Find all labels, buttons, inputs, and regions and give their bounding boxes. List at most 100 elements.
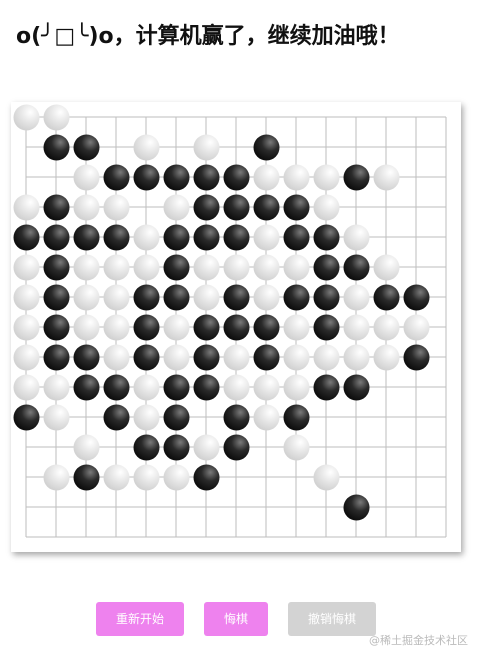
black-stone <box>163 254 190 281</box>
white-stone <box>13 374 40 401</box>
white-stone <box>133 404 160 431</box>
black-stone <box>133 344 160 371</box>
black-stone <box>313 314 340 341</box>
white-stone <box>253 224 280 251</box>
white-stone <box>343 224 370 251</box>
white-stone <box>343 284 370 311</box>
black-stone <box>43 194 70 221</box>
black-stone <box>313 284 340 311</box>
black-stone <box>223 284 250 311</box>
undo-button[interactable]: 悔棋 <box>204 602 268 636</box>
black-stone <box>43 314 70 341</box>
watermark-text: @稀土掘金技术社区 <box>369 634 468 647</box>
restart-button[interactable]: 重新开始 <box>96 602 184 636</box>
white-stone <box>283 344 310 371</box>
black-stone <box>253 194 280 221</box>
white-stone <box>13 254 40 281</box>
black-stone <box>403 344 430 371</box>
white-stone <box>133 254 160 281</box>
black-stone <box>73 134 100 161</box>
cancel-undo-button[interactable]: 撤销悔棋 <box>288 602 376 636</box>
white-stone <box>13 344 40 371</box>
black-stone <box>43 224 70 251</box>
white-stone <box>73 254 100 281</box>
black-stone <box>13 224 40 251</box>
black-stone <box>343 374 370 401</box>
black-stone <box>193 314 220 341</box>
black-stone <box>313 374 340 401</box>
white-stone <box>283 374 310 401</box>
white-stone <box>283 314 310 341</box>
black-stone <box>403 284 430 311</box>
gomoku-board[interactable] <box>11 102 461 552</box>
black-stone <box>283 224 310 251</box>
white-stone <box>103 344 130 371</box>
white-stone <box>373 344 400 371</box>
black-stone <box>163 434 190 461</box>
black-stone <box>283 194 310 221</box>
black-stone <box>43 284 70 311</box>
black-stone <box>223 404 250 431</box>
white-stone <box>253 284 280 311</box>
white-stone <box>283 164 310 191</box>
black-stone <box>283 404 310 431</box>
white-stone <box>373 254 400 281</box>
black-stone <box>73 224 100 251</box>
white-stone <box>313 344 340 371</box>
black-stone <box>193 344 220 371</box>
white-stone <box>223 344 250 371</box>
black-stone <box>193 224 220 251</box>
white-stone <box>253 374 280 401</box>
white-stone <box>313 464 340 491</box>
white-stone <box>73 164 100 191</box>
black-stone <box>163 374 190 401</box>
black-stone <box>343 254 370 281</box>
black-stone <box>133 164 160 191</box>
white-stone <box>133 134 160 161</box>
black-stone <box>133 434 160 461</box>
white-stone <box>73 284 100 311</box>
white-stone <box>73 194 100 221</box>
black-stone <box>223 224 250 251</box>
white-stone <box>163 344 190 371</box>
white-stone <box>163 194 190 221</box>
black-stone <box>133 284 160 311</box>
white-stone <box>253 404 280 431</box>
black-stone <box>343 494 370 521</box>
white-stone <box>193 134 220 161</box>
black-stone <box>253 344 280 371</box>
game-result-title: o(╯□╰)o，计算机赢了，继续加油哦！ <box>16 24 400 49</box>
white-stone <box>223 254 250 281</box>
black-stone <box>313 224 340 251</box>
white-stone <box>73 434 100 461</box>
black-stone <box>13 404 40 431</box>
white-stone <box>283 254 310 281</box>
white-stone <box>253 254 280 281</box>
white-stone <box>103 254 130 281</box>
white-stone <box>133 464 160 491</box>
black-stone <box>43 134 70 161</box>
black-stone <box>43 344 70 371</box>
board-canvas[interactable] <box>11 102 461 552</box>
black-stone <box>163 404 190 431</box>
black-stone <box>193 374 220 401</box>
black-stone <box>283 284 310 311</box>
white-stone <box>43 374 70 401</box>
white-stone <box>373 164 400 191</box>
white-stone <box>13 284 40 311</box>
white-stone <box>73 314 100 341</box>
black-stone <box>103 164 130 191</box>
black-stone <box>163 284 190 311</box>
white-stone <box>133 374 160 401</box>
white-stone <box>223 374 250 401</box>
white-stone <box>283 434 310 461</box>
black-stone <box>343 164 370 191</box>
white-stone <box>13 314 40 341</box>
black-stone <box>163 164 190 191</box>
white-stone <box>193 284 220 311</box>
white-stone <box>193 254 220 281</box>
black-stone <box>373 284 400 311</box>
white-stone <box>313 164 340 191</box>
white-stone <box>193 434 220 461</box>
white-stone <box>133 224 160 251</box>
